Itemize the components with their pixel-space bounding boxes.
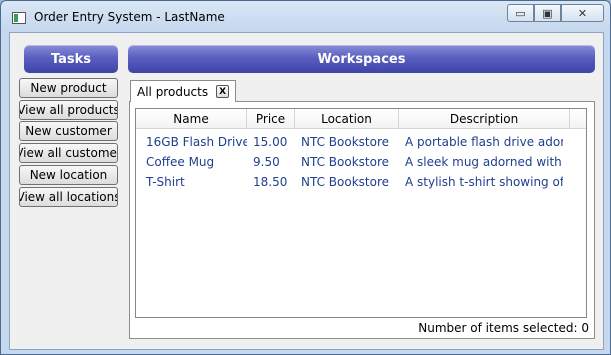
cell-description: A sleek mug adorned with the [405, 154, 563, 169]
title-bar[interactable]: Order Entry System - LastName ▭ ▣ ✕ [1, 1, 610, 33]
tasks-header: Tasks [24, 45, 118, 73]
cell-name: T-Shirt [146, 174, 185, 189]
cell-location: NTC Bookstore [301, 154, 390, 169]
maximize-button[interactable]: ▣ [534, 4, 561, 22]
cell-description: A portable flash drive adorned [405, 134, 563, 149]
cell-name: 16GB Flash Drive [146, 134, 247, 149]
cell-price: 15.00 [253, 134, 288, 149]
column-header-description[interactable]: Description [399, 109, 570, 128]
table-row[interactable]: Coffee Mug 9.50 NTC Bookstore A sleek mu… [136, 151, 586, 172]
tab-label: All products [137, 84, 209, 99]
products-list[interactable]: Name Price Location Description 16GB Fla… [135, 108, 587, 318]
minimize-button[interactable]: ▭ [507, 4, 534, 22]
new-location-button[interactable]: New location [19, 165, 118, 185]
column-header-location[interactable]: Location [295, 109, 399, 128]
app-icon [12, 12, 26, 24]
list-header: Name Price Location Description [136, 109, 586, 129]
cell-description: A stylish t-shirt showing off yo [405, 174, 563, 189]
client-area: Tasks New product View all products New … [9, 32, 604, 350]
table-row[interactable]: T-Shirt 18.50 NTC Bookstore A stylish t-… [136, 171, 586, 192]
new-customer-button[interactable]: New customer [19, 121, 118, 141]
cell-price: 18.50 [253, 174, 288, 189]
cell-location: NTC Bookstore [301, 134, 390, 149]
view-all-locations-button[interactable]: View all locations [19, 187, 118, 207]
cell-price: 9.50 [253, 154, 280, 169]
column-header-price[interactable]: Price [247, 109, 295, 128]
view-all-customer-button[interactable]: View all customer [19, 143, 118, 163]
view-all-products-button[interactable]: View all products [19, 100, 118, 120]
table-row[interactable]: 16GB Flash Drive 15.00 NTC Bookstore A p… [136, 131, 586, 152]
tab-all-products[interactable]: All products X [130, 80, 237, 102]
column-header-name[interactable]: Name [136, 109, 247, 128]
new-product-button[interactable]: New product [19, 78, 118, 98]
selection-status: Number of items selected: 0 [418, 321, 589, 335]
tab-panel: Name Price Location Description 16GB Fla… [129, 101, 595, 339]
cell-name: Coffee Mug [146, 154, 215, 169]
tab-close-button[interactable]: X [216, 85, 230, 98]
close-button[interactable]: ✕ [561, 4, 604, 22]
window-title: Order Entry System - LastName [34, 10, 225, 24]
workspaces-header: Workspaces [128, 45, 595, 73]
app-window: Order Entry System - LastName ▭ ▣ ✕ Task… [0, 0, 611, 355]
cell-location: NTC Bookstore [301, 174, 390, 189]
